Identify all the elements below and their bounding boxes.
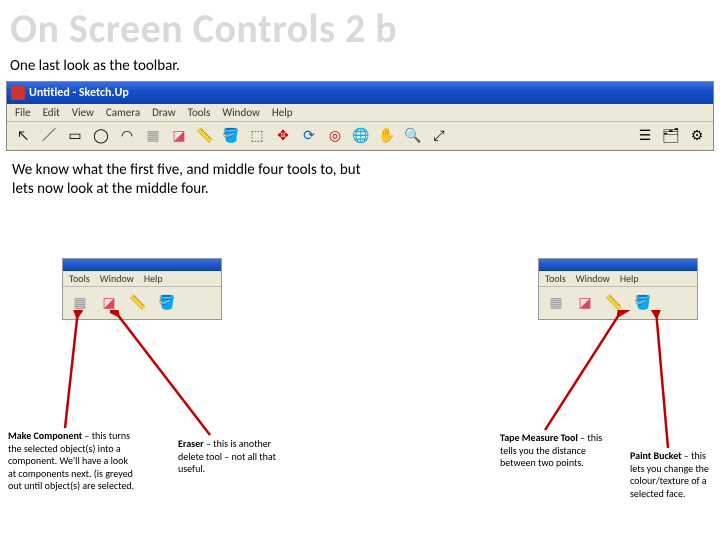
rotate-tool-icon[interactable]: ⟳ bbox=[297, 124, 321, 148]
menu-camera[interactable]: Camera bbox=[106, 106, 140, 119]
arc-tool-icon[interactable]: ◠ bbox=[115, 124, 139, 148]
snip-make-component-icon[interactable]: ▦ bbox=[67, 290, 93, 316]
pushpull-tool-icon[interactable]: ⬚ bbox=[245, 124, 269, 148]
callout-paint-bold: Paint Bucket bbox=[630, 449, 682, 462]
layers-icon[interactable]: 🗂 bbox=[659, 124, 683, 148]
snippet-blue-bar-r bbox=[539, 259, 697, 271]
rectangle-tool-icon[interactable]: ▭ bbox=[63, 124, 87, 148]
line-tool-icon[interactable]: ／ bbox=[37, 124, 61, 148]
eraser-tool-icon[interactable]: ◪ bbox=[167, 124, 191, 148]
callout-paint: Paint Bucket – this lets you change the … bbox=[630, 450, 715, 500]
app-icon bbox=[11, 86, 25, 100]
pan-tool-icon[interactable]: ✋ bbox=[375, 124, 399, 148]
menu-window[interactable]: Window bbox=[222, 106, 260, 119]
snip-menu-help-r[interactable]: Help bbox=[620, 272, 639, 285]
orbit-tool-icon[interactable]: 🌐 bbox=[349, 124, 373, 148]
slide-title: On Screen Controls 2 b bbox=[0, 0, 720, 53]
zoom-tool-icon[interactable]: 🔍 bbox=[401, 124, 425, 148]
titlebar: Untitled - Sketch.Up bbox=[7, 82, 713, 104]
zoom-extents-icon[interactable]: ⤢ bbox=[427, 124, 451, 148]
make-component-icon[interactable]: ▦ bbox=[141, 124, 165, 148]
callout-make-component-bold: Make Component bbox=[8, 429, 82, 442]
snip-make-component-icon-r[interactable]: ▦ bbox=[543, 290, 569, 316]
menu-file[interactable]: File bbox=[15, 106, 31, 119]
intro-text: One last look as the toolbar. bbox=[0, 53, 720, 81]
offset-tool-icon[interactable]: ◎ bbox=[323, 124, 347, 148]
snip-menu-window-r[interactable]: Window bbox=[576, 272, 610, 285]
snippet-row-left: ▦ ◪ 📏 🪣 bbox=[63, 287, 221, 319]
arrow-make-component bbox=[60, 310, 100, 430]
callout-tape-bold: Tape Measure Tool bbox=[500, 431, 578, 444]
app-window: Untitled - Sketch.Up File Edit View Came… bbox=[6, 81, 714, 151]
menu-help[interactable]: Help bbox=[272, 106, 293, 119]
settings-icon[interactable]: ⚙ bbox=[685, 124, 709, 148]
menu-edit[interactable]: Edit bbox=[43, 106, 60, 119]
paint-bucket-icon[interactable]: 🪣 bbox=[219, 124, 243, 148]
callout-tape: Tape Measure Tool – this tells you the d… bbox=[500, 432, 620, 470]
menu-tools[interactable]: Tools bbox=[188, 106, 211, 119]
menu-view[interactable]: View bbox=[72, 106, 94, 119]
snip-menu-help[interactable]: Help bbox=[144, 272, 163, 285]
snip-tape-measure-icon[interactable]: 📏 bbox=[125, 290, 151, 316]
window-title: Untitled - Sketch.Up bbox=[29, 86, 129, 100]
snippet-menubar-left: Tools Window Help bbox=[63, 271, 221, 287]
arrow-paint bbox=[648, 310, 688, 450]
callout-eraser-bold: Eraser bbox=[178, 437, 204, 450]
toolbar-full: ↖ ／ ▭ ◯ ◠ ▦ ◪ 📏 🪣 ⬚ ✥ ⟳ ◎ 🌐 ✋ 🔍 ⤢ ☰ 🗂 ⚙ bbox=[7, 122, 713, 150]
circle-tool-icon[interactable]: ◯ bbox=[89, 124, 113, 148]
snip-paint-bucket-icon-r[interactable]: 🪣 bbox=[630, 290, 656, 316]
snippet-menubar-right: Tools Window Help bbox=[539, 271, 697, 287]
mid-caption: We know what the first five, and middle … bbox=[0, 155, 380, 199]
menu-draw[interactable]: Draw bbox=[152, 106, 175, 119]
move-tool-icon[interactable]: ✥ bbox=[271, 124, 295, 148]
toolbar-snippet-right: Tools Window Help ▦ ◪ 📏 🪣 bbox=[538, 258, 698, 320]
snip-eraser-tool-icon-r[interactable]: ◪ bbox=[572, 290, 598, 316]
tape-measure-icon[interactable]: 📏 bbox=[193, 124, 217, 148]
arrow-tape bbox=[540, 310, 630, 435]
toolbar-snippet-left: Tools Window Help ▦ ◪ 📏 🪣 bbox=[62, 258, 222, 320]
snip-menu-tools-r[interactable]: Tools bbox=[545, 272, 566, 285]
snip-tape-measure-icon-r[interactable]: 📏 bbox=[601, 290, 627, 316]
snip-menu-window[interactable]: Window bbox=[100, 272, 134, 285]
callout-eraser: Eraser – this is another delete tool – n… bbox=[178, 438, 288, 476]
snippet-row-right: ▦ ◪ 📏 🪣 bbox=[539, 287, 697, 319]
snip-menu-tools[interactable]: Tools bbox=[69, 272, 90, 285]
arrow-eraser bbox=[110, 310, 220, 440]
callout-make-component: Make Component – this turns the selected… bbox=[8, 430, 138, 493]
snip-paint-bucket-icon[interactable]: 🪣 bbox=[154, 290, 180, 316]
snip-eraser-tool-icon[interactable]: ◪ bbox=[96, 290, 122, 316]
snippet-blue-bar bbox=[63, 259, 221, 271]
select-tool-icon[interactable]: ↖ bbox=[11, 124, 35, 148]
model-info-icon[interactable]: ☰ bbox=[633, 124, 657, 148]
menubar: File Edit View Camera Draw Tools Window … bbox=[7, 104, 713, 122]
